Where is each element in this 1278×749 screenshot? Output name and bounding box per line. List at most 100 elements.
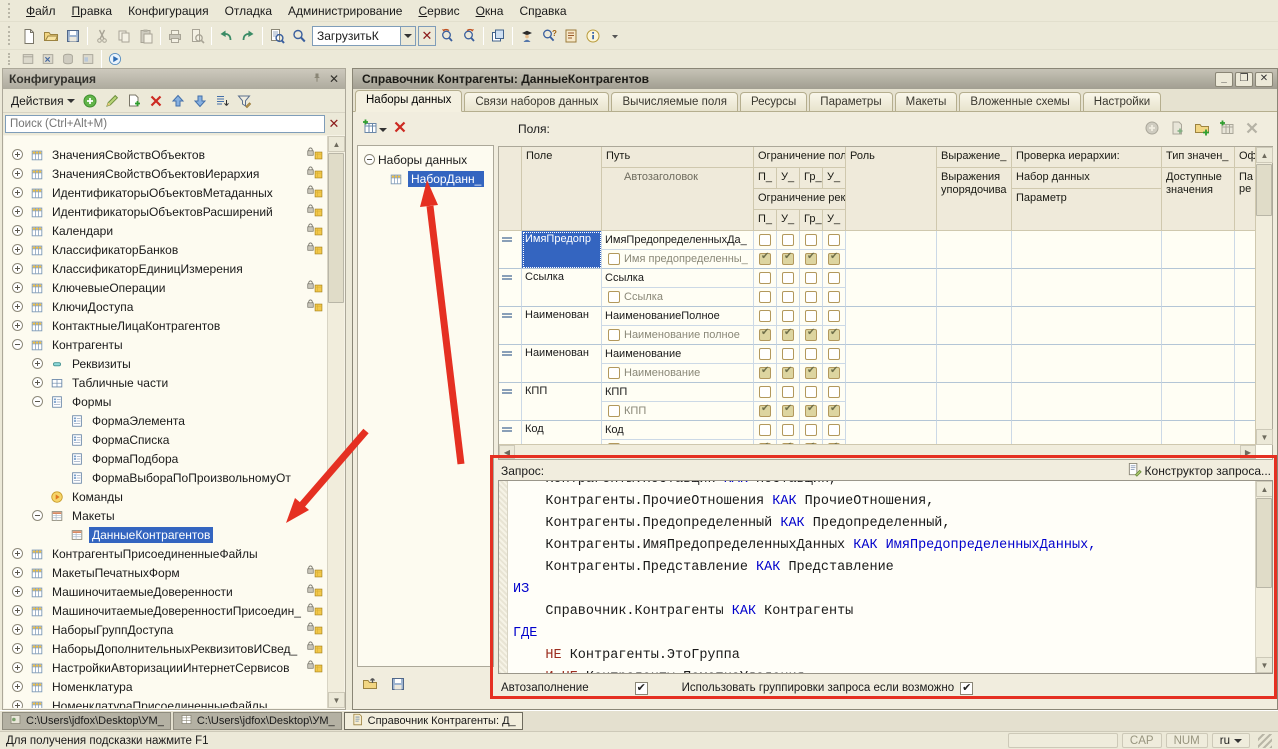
tree-item-label[interactable]: ФормаВыбораПоПроизвольномуОт: [89, 470, 294, 486]
window-title-bar[interactable]: Справочник Контрагенты: ДанныеКонтрагент…: [353, 69, 1277, 89]
tree-item[interactable]: КонтрагентыПрисоединенныеФайлы: [4, 544, 328, 563]
field-name-cell[interactable]: ИмяПредопр: [522, 231, 602, 269]
zoom-icon[interactable]: [288, 25, 310, 47]
search-combobox-value[interactable]: ЗагрузитьК: [312, 26, 400, 46]
empty-cell[interactable]: [937, 307, 1012, 345]
dataset-item[interactable]: НаборДанн_: [358, 169, 493, 188]
field-name-cell[interactable]: Наименован: [522, 307, 602, 345]
tree-item[interactable]: Команды: [4, 487, 328, 506]
column-header[interactable]: У_: [777, 168, 800, 189]
tree-item-label[interactable]: Номенклатура: [49, 679, 136, 695]
edit-pencil-icon[interactable]: [101, 90, 123, 112]
query-text-editor[interactable]: Контрагенты.Поставщик КАК Поставщик, Кон…: [498, 480, 1273, 674]
row-grip[interactable]: [499, 345, 522, 383]
row-grip[interactable]: [499, 421, 522, 445]
add-folder-icon[interactable]: [1191, 117, 1213, 139]
tab-4[interactable]: Параметры: [809, 92, 892, 111]
tree-item-label[interactable]: ЗначенияСвойствОбъектов: [49, 147, 208, 163]
tree-item-label[interactable]: НаборыДополнительныхРеквизитовИСвед_: [49, 641, 300, 657]
column-header[interactable]: Набор данных: [1012, 168, 1162, 189]
tree-item[interactable]: Реквизиты: [4, 354, 328, 373]
restriction-checkbox[interactable]: [800, 421, 823, 440]
restriction-checkbox[interactable]: [754, 307, 777, 326]
restriction-checkbox[interactable]: [777, 326, 800, 345]
minimize-button[interactable]: _: [1215, 72, 1233, 87]
field-path-cell[interactable]: Код: [602, 421, 754, 440]
empty-cell[interactable]: [1012, 307, 1162, 345]
column-header[interactable]: Выражение_: [937, 147, 1012, 168]
collapse-icon[interactable]: [12, 339, 23, 350]
load-query-icon[interactable]: [359, 673, 381, 695]
tree-item-label[interactable]: МакетыПечатныхФорм: [49, 565, 183, 581]
column-header[interactable]: У_: [777, 210, 800, 231]
collapse-icon[interactable]: [32, 510, 43, 521]
empty-cell[interactable]: [846, 269, 937, 307]
expand-icon[interactable]: [12, 149, 23, 160]
redo-icon[interactable]: [237, 25, 259, 47]
empty-cell[interactable]: [1235, 307, 1256, 345]
sort-list-icon[interactable]: [211, 90, 233, 112]
empty-cell[interactable]: [846, 345, 937, 383]
empty-cell[interactable]: [1162, 421, 1235, 445]
tree-scrollbar[interactable]: ▲ ▼: [327, 136, 344, 708]
empty-cell[interactable]: [1012, 231, 1162, 269]
menu-item[interactable]: Файл: [18, 2, 64, 20]
tree-item-label[interactable]: НастройкиАвторизацииИнтернетСервисов: [49, 660, 292, 676]
collapse-icon[interactable]: [32, 396, 43, 407]
tree-item[interactable]: ФормаВыбораПоПроизвольномуОт: [4, 468, 328, 487]
expand-icon[interactable]: [12, 320, 23, 331]
add-dataset-table-icon[interactable]: [359, 116, 381, 138]
tree-item-label[interactable]: НоменклатураПрисоединенныеФайлы: [49, 698, 270, 709]
expand-icon[interactable]: [12, 681, 23, 692]
window-form-icon[interactable]: [78, 51, 98, 67]
restriction-checkbox[interactable]: [800, 345, 823, 364]
scroll-up-icon[interactable]: ▲: [1256, 147, 1273, 163]
expand-icon[interactable]: [12, 605, 23, 616]
tree-item[interactable]: КлючиДоступа: [4, 297, 328, 316]
scroll-down-icon[interactable]: ▼: [1256, 657, 1273, 673]
restriction-checkbox[interactable]: [823, 402, 846, 421]
expand-icon[interactable]: [12, 567, 23, 578]
pin-icon[interactable]: [311, 72, 323, 87]
resize-grip[interactable]: [1258, 734, 1272, 748]
expand-icon[interactable]: [12, 301, 23, 312]
expand-icon[interactable]: [12, 206, 23, 217]
chevron-down-icon[interactable]: [379, 128, 387, 132]
restriction-checkbox[interactable]: [754, 421, 777, 440]
combobox-dropdown-icon[interactable]: [400, 26, 416, 46]
tree-item[interactable]: МакетыПечатныхФорм: [4, 563, 328, 582]
save-icon[interactable]: [62, 25, 84, 47]
restriction-checkbox[interactable]: [777, 307, 800, 326]
tree-item-label[interactable]: ФормаЭлемента: [89, 413, 188, 429]
tree-item-label[interactable]: КлючевыеОперации: [49, 280, 168, 296]
tree-item-label[interactable]: Макеты: [69, 508, 118, 524]
restriction-checkbox[interactable]: [800, 364, 823, 383]
column-header[interactable]: Поле: [522, 147, 602, 231]
tree-item[interactable]: Табличные части: [4, 373, 328, 392]
tree-item-label[interactable]: Контрагенты: [49, 337, 126, 353]
restriction-checkbox[interactable]: [777, 345, 800, 364]
restore-button[interactable]: ❐: [1235, 72, 1253, 87]
tab-2[interactable]: Вычисляемые поля: [611, 92, 738, 111]
tree-item-label[interactable]: Команды: [69, 489, 126, 505]
delete-red-icon[interactable]: [389, 116, 411, 138]
restriction-checkbox[interactable]: [777, 231, 800, 250]
tree-item-label[interactable]: КлючиДоступа: [49, 299, 136, 315]
field-path-cell[interactable]: Наименование: [602, 345, 754, 364]
menu-item[interactable]: Правка: [64, 2, 121, 20]
menu-item[interactable]: Администрирование: [280, 2, 410, 20]
row-grip[interactable]: [499, 383, 522, 421]
restriction-checkbox[interactable]: [823, 421, 846, 440]
help-book-icon[interactable]: [560, 25, 582, 47]
tree-item-label[interactable]: КонтрагентыПрисоединенныеФайлы: [49, 546, 261, 562]
empty-cell[interactable]: [937, 421, 1012, 445]
clear-search-icon[interactable]: ✕: [325, 115, 343, 133]
empty-cell[interactable]: [1235, 345, 1256, 383]
empty-cell[interactable]: [1012, 345, 1162, 383]
column-header[interactable]: У_: [823, 210, 846, 231]
tree-item[interactable]: ЗначенияСвойствОбъектовИерархия: [4, 164, 328, 183]
grouping-checkbox[interactable]: [960, 682, 973, 695]
empty-cell[interactable]: [1162, 269, 1235, 307]
clear-search-icon[interactable]: ✕: [418, 26, 436, 46]
tree-item[interactable]: КлючевыеОперации: [4, 278, 328, 297]
